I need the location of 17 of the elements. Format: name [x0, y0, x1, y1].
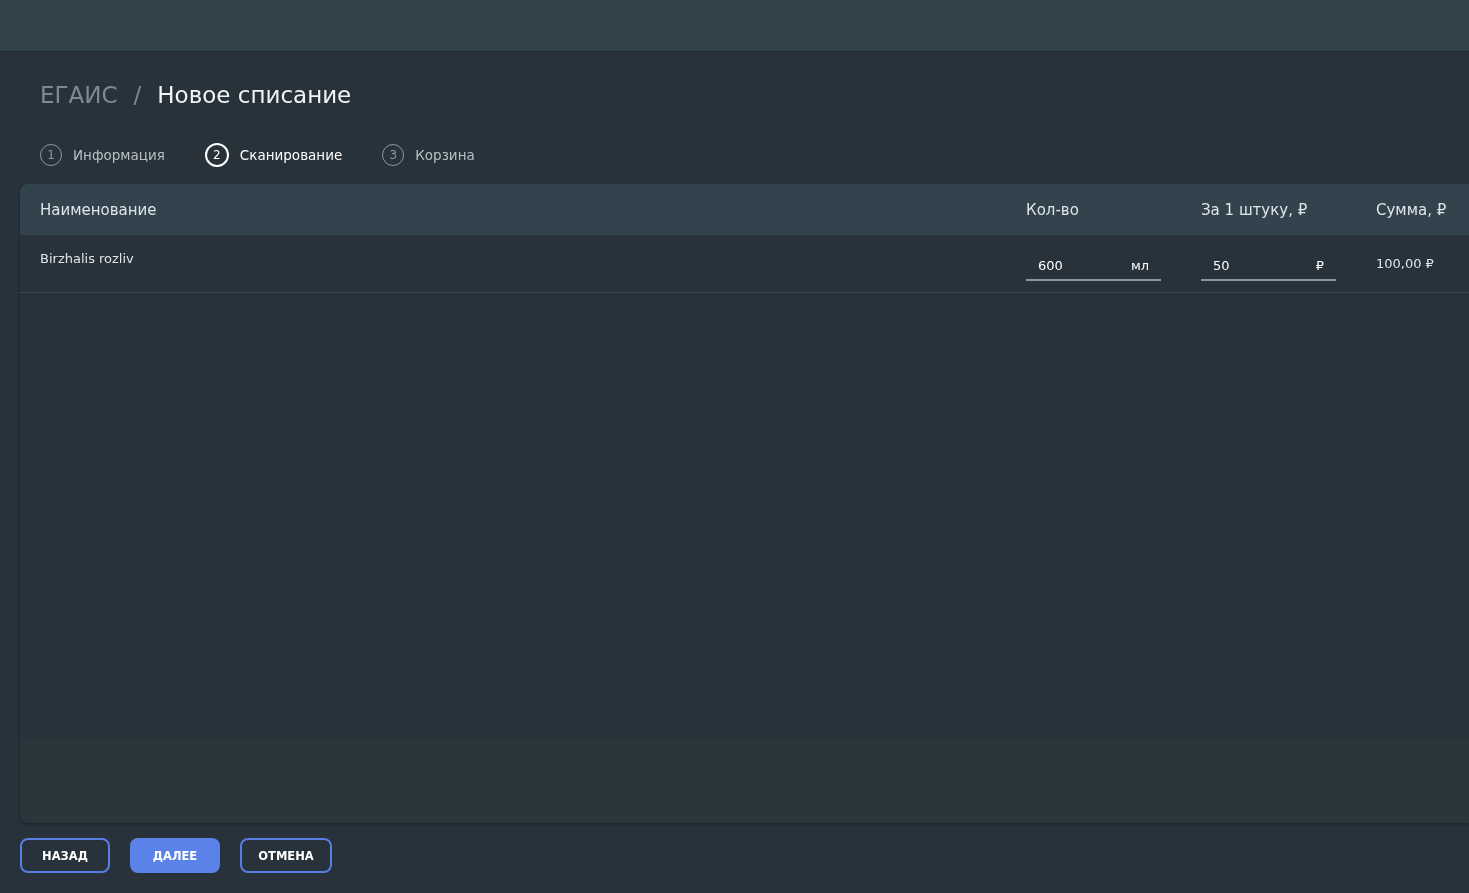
column-header: Кол-во: [1026, 200, 1080, 219]
column-header: За 1 штуку, ₽: [1201, 200, 1309, 219]
step-tab[interactable]: 3 Корзина: [382, 144, 475, 166]
outlined-button[interactable]: ОТМЕНА: [240, 838, 332, 873]
table-cell-text: Birzhalis rozliv: [40, 250, 135, 268]
unit-label: ₽: [1315, 258, 1324, 273]
outlined-button[interactable]: НАЗАД: [20, 838, 110, 873]
unit-label: мл: [1130, 258, 1149, 273]
breadcrumb-link[interactable]: ЕГАИС: [40, 82, 118, 108]
table-cell-text: 100,00 ₽: [1376, 255, 1435, 273]
column-header: Сумма, ₽: [1376, 200, 1448, 219]
column-header: Наименование: [40, 200, 158, 219]
breadcrumb-separator: /: [133, 82, 142, 108]
next-button[interactable]: ДАЛЕЕ: [130, 838, 220, 873]
step-tab[interactable]: 2 Сканирование: [204, 143, 343, 167]
page-title: Новое списание: [157, 82, 352, 108]
step-tab[interactable]: 1 Информация: [40, 144, 165, 166]
